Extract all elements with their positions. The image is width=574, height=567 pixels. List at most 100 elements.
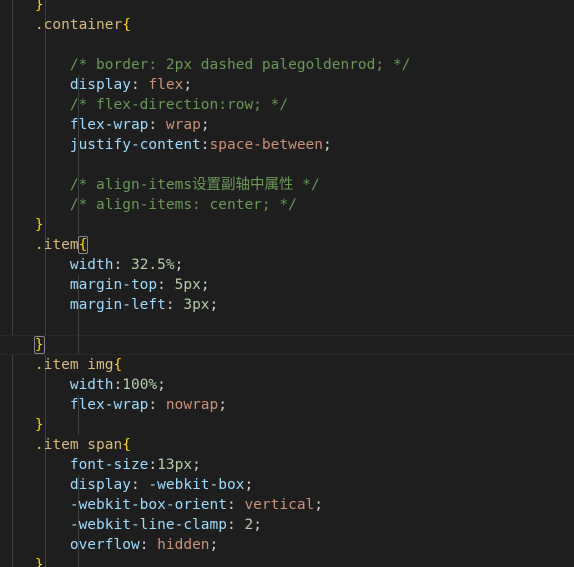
code-line[interactable]: /* border: 2px dashed palegoldenrod; */ [0, 55, 574, 75]
code-line[interactable]: } [0, 415, 574, 435]
code-line[interactable] [0, 155, 574, 175]
code-line[interactable]: margin-left: 3px; [0, 295, 574, 315]
code-line[interactable]: } [0, 215, 574, 235]
code-token: ; [200, 117, 210, 133]
code-token: wrap [165, 117, 201, 133]
code-token: ; [157, 377, 166, 393]
indent-guide-level-2 [78, 155, 79, 175]
code-line-text: .item{ [0, 235, 574, 255]
code-token: nowrap [165, 397, 219, 413]
code-line-text: width:100%; [0, 375, 574, 395]
code-token: : [200, 137, 210, 153]
code-line[interactable]: justify-content:space-between; [0, 135, 574, 155]
code-token: ; [192, 457, 201, 473]
code-line-text: margin-top: 5px; [0, 275, 574, 295]
code-token: : [226, 517, 245, 533]
code-token: space-between [209, 137, 324, 153]
code-token: ; [209, 537, 219, 553]
code-line[interactable]: /* flex-direction:row; */ [0, 95, 574, 115]
code-token: : [226, 497, 245, 513]
code-token: : [130, 77, 149, 93]
code-token: flex-wrap [69, 117, 149, 133]
code-token: overflow [69, 537, 140, 553]
bracket-match-highlight: { [77, 236, 89, 254]
code-token: /* align-items: center; */ [69, 197, 297, 213]
code-line-text: width: 32.5%; [0, 255, 574, 275]
code-line-text: /* flex-direction:row; */ [0, 95, 574, 115]
code-editor-viewport[interactable]: } .container{ /* border: 2px dashed pale… [0, 0, 574, 567]
code-token: flex-wrap [69, 397, 149, 413]
code-token: ; [323, 137, 332, 153]
code-token: 3px [183, 297, 210, 313]
code-token: ; [314, 497, 324, 513]
code-line[interactable]: /* align-items设置副轴中属性 */ [0, 175, 574, 195]
code-line[interactable]: .item span{ [0, 435, 574, 455]
code-line-text: flex-wrap: wrap; [0, 115, 574, 135]
code-line[interactable]: width:100%; [0, 375, 574, 395]
code-token: ; [244, 477, 254, 493]
code-line-text: -webkit-line-clamp: 2; [0, 515, 574, 535]
code-token: } [34, 417, 44, 433]
code-token: /* align-items设置副轴中属性 */ [69, 177, 320, 193]
code-line[interactable]: width: 32.5%; [0, 255, 574, 275]
code-token: 13px [157, 457, 193, 473]
code-token: : [165, 297, 184, 313]
code-token: : [148, 117, 166, 133]
code-token: : [148, 457, 158, 473]
code-token: 5px [174, 277, 201, 293]
code-line[interactable]: font-size:13px; [0, 455, 574, 475]
code-token: -webkit-box [148, 477, 245, 493]
code-line[interactable] [0, 315, 574, 335]
code-line[interactable]: display: flex; [0, 75, 574, 95]
code-token: ; [253, 517, 262, 533]
code-token: { [122, 437, 131, 453]
code-line[interactable] [0, 35, 574, 55]
code-line[interactable]: /* align-items: center; */ [0, 195, 574, 215]
code-token: -webkit-box-orient [69, 497, 227, 513]
code-line[interactable]: -webkit-line-clamp: 2; [0, 515, 574, 535]
code-line-text: -webkit-box-orient: vertical; [0, 495, 574, 515]
code-line[interactable]: .item img{ [0, 355, 574, 375]
code-line-text: /* border: 2px dashed palegoldenrod; */ [0, 55, 574, 75]
code-line[interactable]: } [0, 335, 574, 355]
code-line-text: } [0, 215, 574, 235]
code-line-text: .item span{ [0, 435, 574, 455]
code-line-text: display: -webkit-box; [0, 475, 574, 495]
code-token: .item span [34, 437, 123, 453]
code-line[interactable]: display: -webkit-box; [0, 475, 574, 495]
code-line[interactable]: } [0, 555, 574, 567]
code-token: 32.5% [130, 257, 175, 273]
code-line-text: /* align-items: center; */ [0, 195, 574, 215]
code-line[interactable]: overflow: hidden; [0, 535, 574, 555]
code-line-text: flex-wrap: nowrap; [0, 395, 574, 415]
code-line[interactable]: flex-wrap: nowrap; [0, 395, 574, 415]
code-line[interactable]: -webkit-box-orient: vertical; [0, 495, 574, 515]
code-token: width [69, 257, 114, 273]
code-token: -webkit-line-clamp [69, 517, 227, 533]
code-token: /* border: 2px dashed palegoldenrod; */ [69, 57, 411, 73]
code-line[interactable]: flex-wrap: wrap; [0, 115, 574, 135]
code-token: margin-left [69, 297, 166, 313]
code-line[interactable]: margin-top: 5px; [0, 275, 574, 295]
code-line[interactable]: } [0, 0, 574, 15]
code-line[interactable]: .item{ [0, 235, 574, 255]
code-line-text: margin-left: 3px; [0, 295, 574, 315]
code-content[interactable]: } .container{ /* border: 2px dashed pale… [0, 0, 574, 567]
code-line[interactable]: .container{ [0, 15, 574, 35]
